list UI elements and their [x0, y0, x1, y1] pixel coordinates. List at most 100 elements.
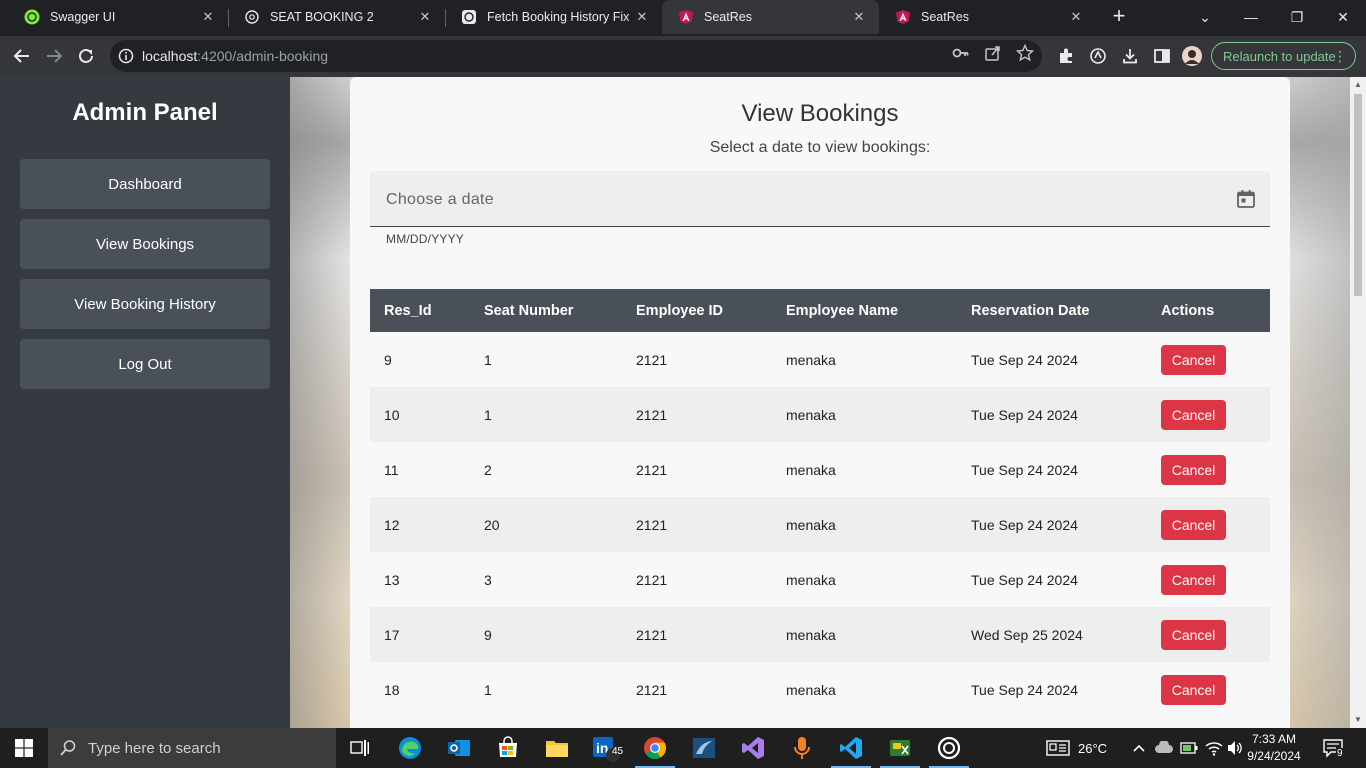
column-header-employee-id: Employee ID	[636, 302, 724, 319]
date-format-hint: MM/DD/YYYY	[386, 232, 465, 246]
network-drive-icon[interactable]	[1155, 728, 1173, 768]
cell-actions: Cancel	[1147, 552, 1270, 607]
show-hidden-icons-chevron-icon[interactable]	[1132, 728, 1146, 768]
cancel-button[interactable]: Cancel	[1161, 399, 1226, 430]
forward-arrow-icon[interactable]	[40, 42, 68, 70]
password-key-icon[interactable]	[952, 44, 970, 62]
sidebar-title: Admin Panel	[72, 99, 218, 126]
notification-center-icon[interactable]: 9	[1322, 728, 1344, 768]
volume-icon[interactable]	[1226, 728, 1244, 768]
relaunch-to-update-button[interactable]: Relaunch to update ⋮	[1211, 42, 1356, 70]
share-icon[interactable]	[984, 44, 1002, 62]
tab-close-icon[interactable]: ✕	[417, 9, 433, 25]
page-scrollbar[interactable]: ▲ ▼	[1350, 77, 1366, 728]
cancel-button[interactable]: Cancel	[1161, 509, 1226, 540]
weather-icon	[1046, 740, 1070, 756]
tab-seatres-active[interactable]: SeatRes ✕	[662, 0, 879, 34]
cell-employee-id: 2121	[636, 461, 668, 478]
sidebar-item-view-booking-history[interactable]: View Booking History	[20, 279, 270, 329]
tab-seatres[interactable]: SeatRes ✕	[879, 0, 1096, 34]
microphone-app-icon[interactable]	[778, 728, 826, 768]
minimize-icon[interactable]: —	[1228, 0, 1274, 34]
battery-icon[interactable]	[1180, 728, 1198, 768]
cell-reservation-date: Tue Sep 24 2024	[971, 351, 1078, 368]
tab-fetch-booking-history-fix[interactable]: Fetch Booking History Fix ✕	[445, 0, 662, 34]
edge-icon[interactable]	[386, 728, 434, 768]
sidebar-item-dashboard[interactable]: Dashboard	[20, 159, 270, 209]
tab-swagger-ui[interactable]: Swagger UI ✕	[8, 0, 228, 34]
tab-title: Fetch Booking History Fix	[487, 10, 630, 24]
taskbar-clock[interactable]: 7:33 AM 9/24/2024	[1244, 731, 1304, 765]
page-title: View Bookings	[741, 100, 899, 127]
cell-reservation-date: Tue Sep 24 2024	[971, 516, 1078, 533]
angular-icon	[896, 10, 910, 24]
file-explorer-icon[interactable]	[533, 728, 581, 768]
extension-app-icon[interactable]	[1088, 46, 1108, 66]
cancel-button[interactable]: Cancel	[1161, 564, 1226, 595]
table-row: 11 2 2121 menaka Tue Sep 24 2024 Cancel	[370, 442, 1270, 497]
cancel-button[interactable]: Cancel	[1161, 619, 1226, 650]
cell-actions: Cancel	[1147, 607, 1270, 662]
outlook-icon[interactable]	[435, 728, 483, 768]
vs-code-icon[interactable]	[827, 728, 875, 768]
wifi-icon[interactable]	[1205, 728, 1223, 768]
cell-seat-number: 1	[484, 351, 492, 368]
more-menu-icon[interactable]: ⋮	[1333, 48, 1347, 65]
extensions-icon[interactable]	[1056, 46, 1076, 66]
url-path: :4200/admin-booking	[197, 48, 329, 64]
cell-employee-name: menaka	[786, 516, 836, 533]
close-window-icon[interactable]: ✕	[1320, 0, 1366, 34]
obs-icon[interactable]	[925, 728, 973, 768]
download-icon[interactable]	[1120, 46, 1140, 66]
sidebar-item-log-out[interactable]: Log Out	[20, 339, 270, 389]
restore-icon[interactable]: ❐	[1274, 0, 1320, 34]
scroll-down-arrow-icon[interactable]: ▼	[1350, 712, 1366, 728]
chrome-icon[interactable]	[631, 728, 679, 768]
notification-count: 9	[1336, 748, 1344, 759]
visual-studio-icon[interactable]	[729, 728, 777, 768]
tab-search-chevron-icon[interactable]: ⌄	[1182, 0, 1228, 34]
cancel-button[interactable]: Cancel	[1161, 454, 1226, 485]
column-header-res-id: Res_Id	[384, 302, 432, 319]
tab-seat-booking-2[interactable]: SEAT BOOKING 2 ✕	[228, 0, 445, 34]
new-tab-icon[interactable]: +	[1108, 5, 1130, 28]
side-panel-icon[interactable]	[1152, 46, 1172, 66]
table-row: 12 20 2121 menaka Tue Sep 24 2024 Cancel	[370, 497, 1270, 552]
cell-actions: Cancel	[1147, 332, 1270, 387]
cell-actions: Cancel	[1147, 662, 1270, 717]
weather-widget[interactable]: 26°C	[1046, 728, 1107, 768]
sidebar-item-view-bookings[interactable]: View Bookings	[20, 219, 270, 269]
snipping-tool-icon[interactable]	[876, 728, 924, 768]
cancel-button[interactable]: Cancel	[1161, 344, 1226, 375]
url-text: localhost:4200/admin-booking	[142, 48, 328, 64]
column-header-actions: Actions	[1161, 302, 1215, 319]
reload-icon[interactable]	[72, 42, 100, 70]
cell-seat-number: 20	[484, 516, 500, 533]
date-picker-field[interactable]: Choose a date	[370, 171, 1270, 227]
task-view-icon[interactable]	[336, 728, 384, 768]
sql-server-icon[interactable]	[680, 728, 728, 768]
cell-res-id: 11	[384, 461, 399, 478]
cell-res-id: 13	[384, 571, 400, 588]
chatgpt-icon	[245, 10, 259, 24]
cancel-button[interactable]: Cancel	[1161, 674, 1226, 705]
tab-close-icon[interactable]: ✕	[851, 9, 867, 25]
scroll-up-arrow-icon[interactable]: ▲	[1350, 77, 1366, 93]
back-arrow-icon[interactable]	[8, 42, 36, 70]
microsoft-store-icon[interactable]	[484, 728, 532, 768]
tab-close-icon[interactable]: ✕	[634, 9, 650, 25]
cell-res-id: 12	[384, 516, 400, 533]
bookmark-star-icon[interactable]	[1016, 44, 1034, 62]
profile-avatar[interactable]	[1182, 46, 1202, 66]
scrollbar-thumb[interactable]	[1354, 94, 1362, 296]
address-bar[interactable]: localhost:4200/admin-booking	[110, 40, 1042, 72]
site-info-icon[interactable]	[110, 48, 142, 64]
tab-close-icon[interactable]: ✕	[200, 9, 216, 25]
weather-temp: 26°C	[1078, 740, 1108, 756]
calendar-icon[interactable]	[1236, 189, 1256, 209]
windows-start-icon[interactable]	[0, 728, 48, 768]
cell-employee-id: 2121	[636, 681, 668, 698]
linkedin-icon[interactable]: in 45	[582, 728, 630, 768]
taskbar-search-box[interactable]: Type here to search	[48, 728, 336, 768]
tab-close-icon[interactable]: ✕	[1068, 9, 1084, 25]
